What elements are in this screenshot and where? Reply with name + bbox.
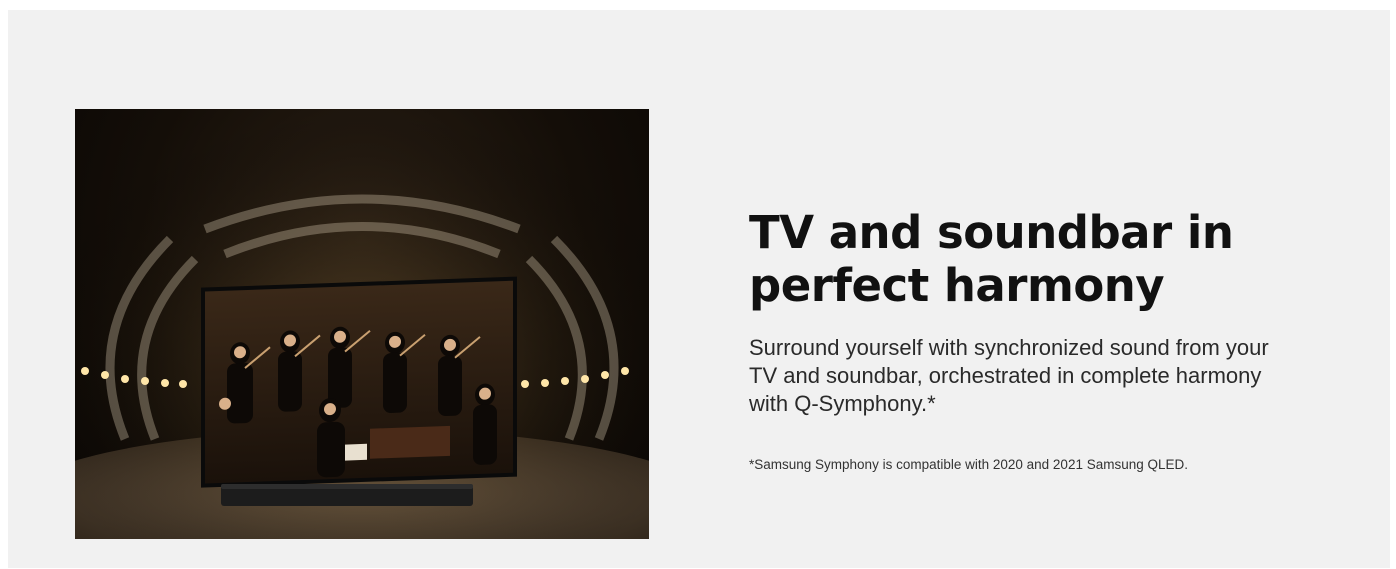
orchestra-illustration [75, 109, 649, 539]
feature-banner: TV and soundbar in perfect harmony Surro… [8, 10, 1390, 568]
tv-soundbar-orchestra-image [75, 109, 649, 539]
feature-copy: TV and soundbar in perfect harmony Surro… [749, 206, 1309, 474]
headline-line-1: TV and soundbar in [749, 206, 1234, 259]
feature-headline: TV and soundbar in perfect harmony [749, 206, 1309, 312]
feature-footnote: *Samsung Symphony is compatible with 202… [749, 457, 1189, 472]
headline-line-2: perfect harmony [749, 259, 1165, 312]
feature-description: Surround yourself with synchronized soun… [749, 335, 1269, 416]
